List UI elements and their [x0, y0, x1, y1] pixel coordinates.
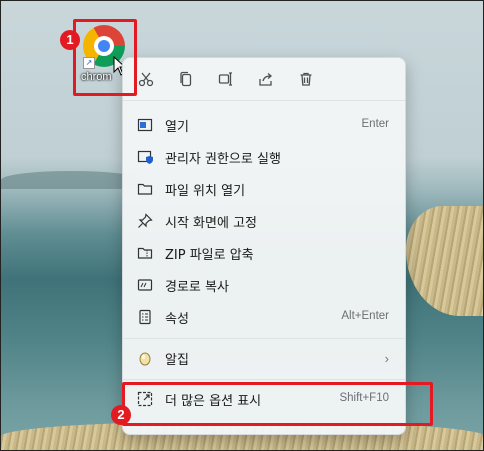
menu-item-copy-as-path[interactable]: 경로로 복사 — [129, 270, 399, 300]
share-icon[interactable] — [255, 68, 277, 90]
chevron-right-icon: › — [384, 351, 389, 366]
menu-item-properties[interactable]: 속성 Alt+Enter — [129, 302, 399, 332]
context-toolbar — [123, 58, 405, 101]
menu-item-run-as-admin[interactable]: 관리자 권한으로 실행 — [129, 142, 399, 172]
copy-path-icon — [137, 277, 153, 293]
folder-icon — [137, 181, 153, 197]
menu-item-open[interactable]: 열기 Enter — [129, 110, 399, 140]
highlight-box-2 — [122, 382, 433, 426]
step-badge-2: 2 — [111, 405, 131, 425]
context-menu: 열기 Enter 관리자 권한으로 실행 파일 위치 열기 시작 화면에 고정 — [122, 57, 406, 435]
highlight-box-1 — [73, 19, 137, 96]
distant-hill — [1, 171, 141, 189]
menu-item-compress-zip[interactable]: ZIP 파일로 압축 — [129, 238, 399, 268]
rename-icon[interactable] — [215, 68, 237, 90]
open-icon — [137, 117, 153, 133]
menu-separator — [123, 379, 405, 380]
step-badge-1: 1 — [60, 30, 80, 50]
menu-item-open-file-location[interactable]: 파일 위치 열기 — [129, 174, 399, 204]
desktop-background: ↗ chrom 열기 Enter 관리자 권한으로 실행 파일 위치 열기 시작… — [0, 0, 484, 451]
alzip-icon — [137, 350, 153, 366]
menu-item-alzip[interactable]: 알집 › — [129, 343, 399, 373]
copy-icon[interactable] — [175, 68, 197, 90]
delete-icon[interactable] — [295, 68, 317, 90]
menu-separator — [123, 338, 405, 339]
properties-icon — [137, 309, 153, 325]
pin-icon — [137, 213, 153, 229]
cut-icon[interactable] — [135, 68, 157, 90]
zip-icon — [137, 245, 153, 261]
shield-icon — [137, 149, 153, 165]
grass-patch — [406, 206, 483, 316]
menu-item-pin-to-start[interactable]: 시작 화면에 고정 — [129, 206, 399, 236]
